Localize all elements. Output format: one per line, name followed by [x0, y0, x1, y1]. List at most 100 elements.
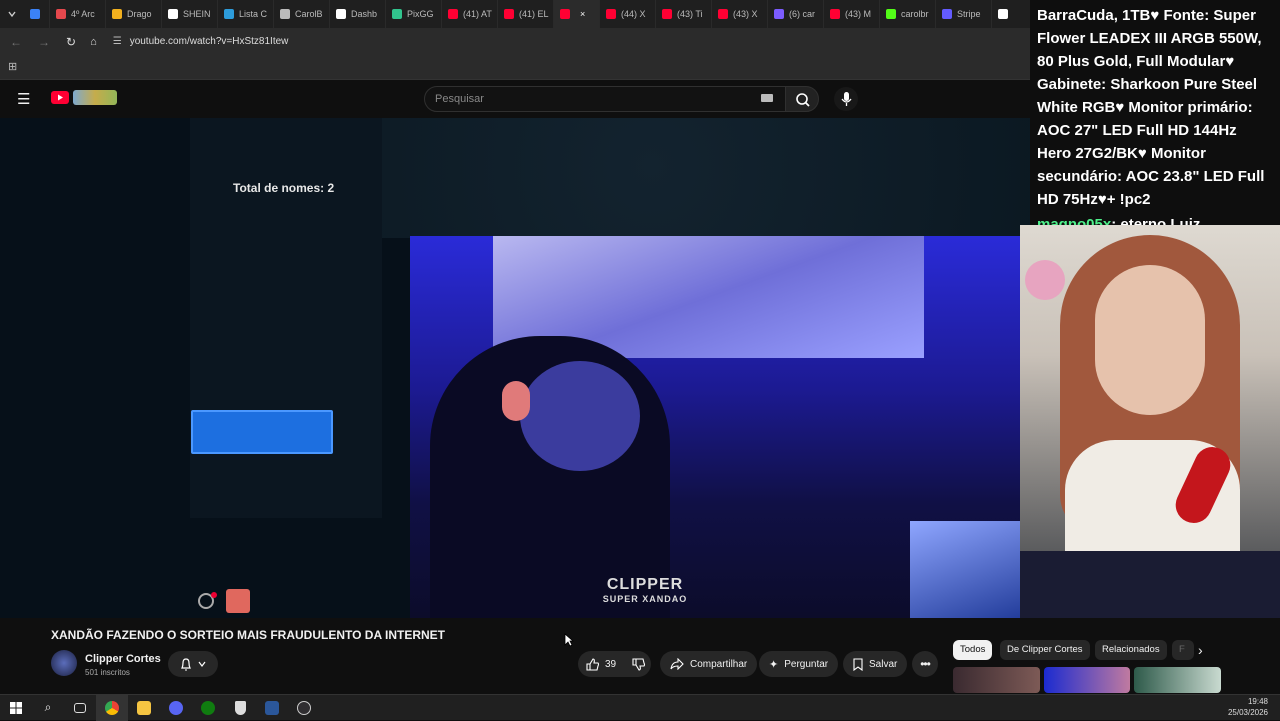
system-clock[interactable]: 19:48 25/03/2026 [1228, 696, 1268, 718]
ask-button[interactable]: ✦ Perguntar [759, 651, 839, 677]
tab-favicon-icon [718, 9, 728, 19]
discord-icon [169, 700, 183, 715]
tab-favicon-icon [886, 9, 896, 19]
channel-name[interactable]: Clipper Cortes [85, 653, 161, 665]
start-button[interactable] [0, 695, 32, 721]
browser-tab[interactable]: × [554, 0, 600, 28]
draw-button [191, 410, 333, 454]
forward-icon[interactable]: → [38, 35, 50, 49]
browser-tab[interactable]: Drago [106, 0, 162, 28]
browser-tab[interactable]: (43) X [712, 0, 768, 28]
avatar[interactable] [51, 650, 77, 676]
watermark-text: CLIPPER [606, 576, 684, 593]
browser-tab[interactable]: PixGG [386, 0, 442, 28]
ask-label: Perguntar [784, 658, 829, 670]
home-icon[interactable]: ⌂ [90, 36, 97, 48]
names-total-label: Total de nomes: 2 [233, 181, 335, 195]
youtube-logo[interactable] [51, 91, 69, 104]
browser-tab[interactable]: carolbr [880, 0, 936, 28]
browser-tab[interactable]: (43) Ti [656, 0, 712, 28]
tab-favicon-icon [942, 9, 952, 19]
site-info-icon[interactable]: ☰ [113, 36, 122, 47]
tab-label: (43) M [845, 9, 872, 19]
tab-favicon-icon [830, 9, 840, 19]
thumbnail[interactable] [1043, 667, 1131, 693]
tab-label: Stripe [957, 9, 981, 19]
obs-button[interactable] [288, 695, 320, 721]
security-button[interactable] [224, 695, 256, 721]
more-icon: ••• [920, 657, 931, 671]
headset-icon [502, 381, 530, 421]
back-icon[interactable]: ← [10, 35, 22, 49]
chip-related[interactable]: Relacionados [1095, 640, 1167, 660]
watermark-subtext: SUPER XANDAO [602, 594, 688, 604]
search-button[interactable] [785, 86, 819, 112]
chevron-down-icon [198, 661, 206, 667]
browser-tab[interactable]: Stripe [936, 0, 992, 28]
chip-from-channel[interactable]: De Clipper Cortes [1000, 640, 1090, 660]
reload-icon[interactable]: ↻ [66, 35, 76, 49]
task-view-button[interactable] [64, 695, 96, 721]
browser-tab[interactable]: (41) AT [442, 0, 498, 28]
word-button[interactable] [256, 695, 288, 721]
browser-tab[interactable]: Dashb [330, 0, 386, 28]
steam-icons [192, 586, 262, 616]
tab-favicon-icon [168, 9, 178, 19]
browser-tab[interactable]: (43) M [824, 0, 880, 28]
browser-tab[interactable]: (44) X [600, 0, 656, 28]
tab-list-button[interactable] [0, 1, 24, 27]
tab-label: Dashb [351, 9, 378, 19]
url-field[interactable]: youtube.com/watch?v=HxStz81Itew [130, 36, 289, 47]
browser-tab[interactable]: 4º Arc [50, 0, 106, 28]
browser-tab[interactable]: SHEIN [162, 0, 218, 28]
save-button[interactable]: Salvar [843, 651, 908, 677]
streamer-face [520, 361, 640, 471]
file-explorer-button[interactable] [128, 695, 160, 721]
apps-grid-icon[interactable]: ⊞ [8, 60, 17, 73]
tab-label: PixGG [407, 9, 434, 19]
menu-icon[interactable]: ☰ [17, 90, 30, 108]
task-view-icon [74, 702, 86, 713]
taskbar-search-button[interactable]: ⌕ [32, 695, 64, 721]
tab-label: 4º Arc [71, 9, 95, 19]
play-icon [58, 94, 63, 101]
chat-message-specs: BarraCuda, 1TB♥ Fonte: Super Flower LEAD… [1037, 7, 1265, 208]
close-tab-icon[interactable]: × [580, 9, 585, 19]
xbox-button[interactable] [192, 695, 224, 721]
dislike-button[interactable] [632, 657, 646, 671]
tab-favicon-icon [774, 9, 784, 19]
browser-tab[interactable] [24, 0, 50, 28]
more-actions-button[interactable]: ••• [912, 651, 938, 677]
tab-label: (43) Ti [677, 9, 703, 19]
clock-time: 19:48 [1247, 697, 1268, 706]
keyboard-icon[interactable] [761, 94, 773, 102]
tab-favicon-icon [998, 9, 1008, 19]
search-icon [796, 93, 810, 107]
chrome-icon [105, 700, 119, 715]
browser-tab[interactable]: (41) EL [498, 0, 554, 28]
bell-icon [181, 657, 191, 670]
tab-label: Drago [127, 9, 152, 19]
chip-all[interactable]: Todos [953, 640, 993, 660]
browser-tab[interactable]: Lista C [218, 0, 274, 28]
share-button[interactable]: Compartilhar [660, 651, 758, 677]
thumbnail[interactable] [953, 667, 1040, 693]
subscription-bell-button[interactable] [168, 651, 218, 677]
chrome-taskbar-button[interactable] [96, 694, 128, 721]
browser-tab[interactable]: CarolB [274, 0, 330, 28]
discord-button[interactable] [160, 695, 192, 721]
browser-tab[interactable]: (6) car [768, 0, 824, 28]
thumbnail[interactable] [1134, 667, 1222, 693]
bookmark-icon [853, 657, 863, 671]
like-button[interactable]: 39 [586, 657, 616, 671]
tab-label: (44) X [621, 9, 646, 19]
chip-more[interactable]: F [1172, 640, 1194, 660]
tab-label: (6) car [789, 9, 816, 19]
search-input[interactable]: Pesquisar [424, 86, 786, 112]
chevron-right-icon[interactable]: › [1198, 642, 1203, 658]
clock-date: 25/03/2026 [1227, 708, 1268, 717]
voice-search-button[interactable] [834, 87, 858, 111]
like-dislike-group: 39 [578, 651, 651, 677]
stream-chat-overlay: BarraCuda, 1TB♥ Fonte: Super Flower LEAD… [1030, 0, 1280, 233]
chevron-down-icon [8, 11, 16, 18]
